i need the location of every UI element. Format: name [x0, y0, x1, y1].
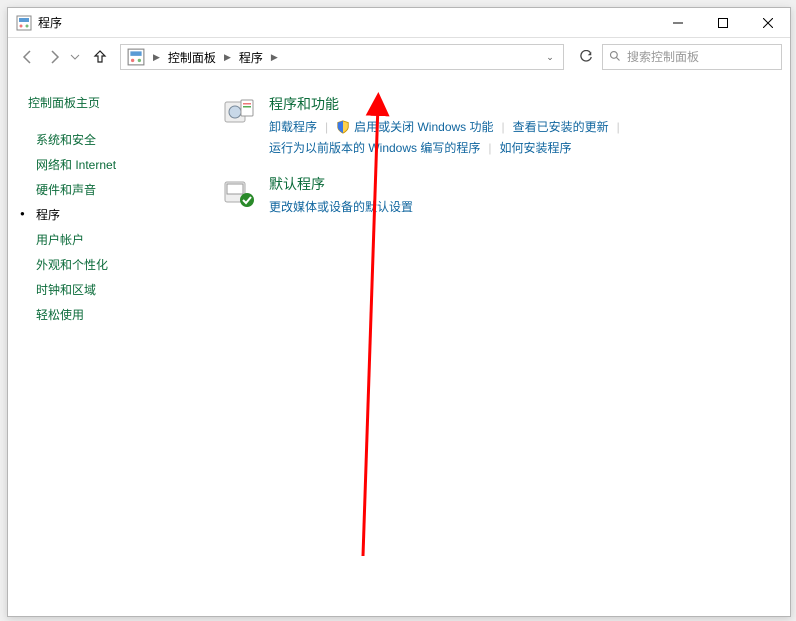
category-link[interactable]: 卸载程序: [269, 116, 317, 137]
history-dropdown[interactable]: [68, 45, 82, 69]
content: 控制面板主页 系统和安全网络和 Internet硬件和声音程序用户帐户外观和个性…: [8, 76, 790, 616]
category-link[interactable]: 如何安装程序: [499, 137, 571, 158]
location-icon: [127, 48, 145, 66]
category-title[interactable]: 默认程序: [269, 174, 325, 194]
sidebar-home-link[interactable]: 控制面板主页: [28, 94, 203, 111]
minimize-button[interactable]: [655, 8, 700, 37]
category-link[interactable]: 更改媒体或设备的默认设置: [269, 196, 413, 217]
search-icon: [609, 50, 621, 65]
refresh-button[interactable]: [572, 44, 600, 70]
chevron-right-icon[interactable]: ▶: [220, 52, 235, 63]
chevron-right-icon[interactable]: ▶: [267, 52, 282, 63]
app-icon: [16, 15, 32, 31]
window: 程序: [7, 7, 791, 617]
titlebar: 程序: [8, 8, 790, 38]
separator: |: [325, 120, 328, 134]
breadcrumb-bar[interactable]: ▶ 控制面板 ▶ 程序 ▶ ⌄: [120, 44, 564, 70]
category-title[interactable]: 程序和功能: [269, 94, 339, 114]
link-label: 启用或关闭 Windows 功能: [354, 118, 493, 135]
category: 默认程序更改媒体或设备的默认设置: [223, 174, 770, 217]
separator: |: [617, 120, 620, 134]
back-button[interactable]: [16, 45, 40, 69]
chevron-right-icon[interactable]: ▶: [149, 52, 164, 63]
link-label: 更改媒体或设备的默认设置: [269, 198, 413, 215]
link-label: 如何安装程序: [499, 139, 571, 156]
shield-icon: [336, 120, 350, 134]
category-link[interactable]: 运行为以前版本的 Windows 编写的程序: [269, 137, 480, 158]
breadcrumb-segment[interactable]: 程序: [235, 45, 267, 69]
window-controls: [655, 8, 790, 37]
sidebar-item[interactable]: 轻松使用: [28, 302, 203, 327]
maximize-button[interactable]: [700, 8, 745, 37]
up-button[interactable]: [88, 45, 112, 69]
link-label: 卸载程序: [269, 118, 317, 135]
toolbar: ▶ 控制面板 ▶ 程序 ▶ ⌄: [8, 38, 790, 76]
sidebar-item[interactable]: 网络和 Internet: [28, 152, 203, 177]
forward-button[interactable]: [42, 45, 66, 69]
default-programs-icon: [223, 176, 255, 208]
search-box[interactable]: [602, 44, 782, 70]
category-link[interactable]: 查看已安装的更新: [513, 116, 609, 137]
sidebar-item[interactable]: 用户帐户: [28, 227, 203, 252]
link-label: 查看已安装的更新: [513, 118, 609, 135]
sidebar-item[interactable]: 时钟和区域: [28, 277, 203, 302]
separator: |: [488, 141, 491, 155]
category-link[interactable]: 启用或关闭 Windows 功能: [336, 116, 493, 137]
programs-features-icon: [223, 96, 255, 128]
separator: |: [502, 120, 505, 134]
sidebar-item[interactable]: 硬件和声音: [28, 177, 203, 202]
sidebar-item[interactable]: 程序: [28, 202, 203, 227]
sidebar-item[interactable]: 系统和安全: [28, 127, 203, 152]
close-button[interactable]: [745, 8, 790, 37]
link-label: 运行为以前版本的 Windows 编写的程序: [269, 139, 480, 156]
window-title: 程序: [38, 14, 62, 31]
breadcrumb-segment[interactable]: 控制面板: [164, 45, 220, 69]
sidebar-item[interactable]: 外观和个性化: [28, 252, 203, 277]
breadcrumb-dropdown[interactable]: ⌄: [539, 52, 561, 63]
search-input[interactable]: [627, 50, 775, 64]
category: 程序和功能卸载程序 | 启用或关闭 Windows 功能 | 查看已安装的更新 | 运行为以…: [223, 94, 770, 158]
sidebar: 控制面板主页 系统和安全网络和 Internet硬件和声音程序用户帐户外观和个性…: [8, 76, 203, 616]
main-panel: 程序和功能卸载程序 | 启用或关闭 Windows 功能 | 查看已安装的更新 | 运行为以…: [203, 76, 790, 616]
